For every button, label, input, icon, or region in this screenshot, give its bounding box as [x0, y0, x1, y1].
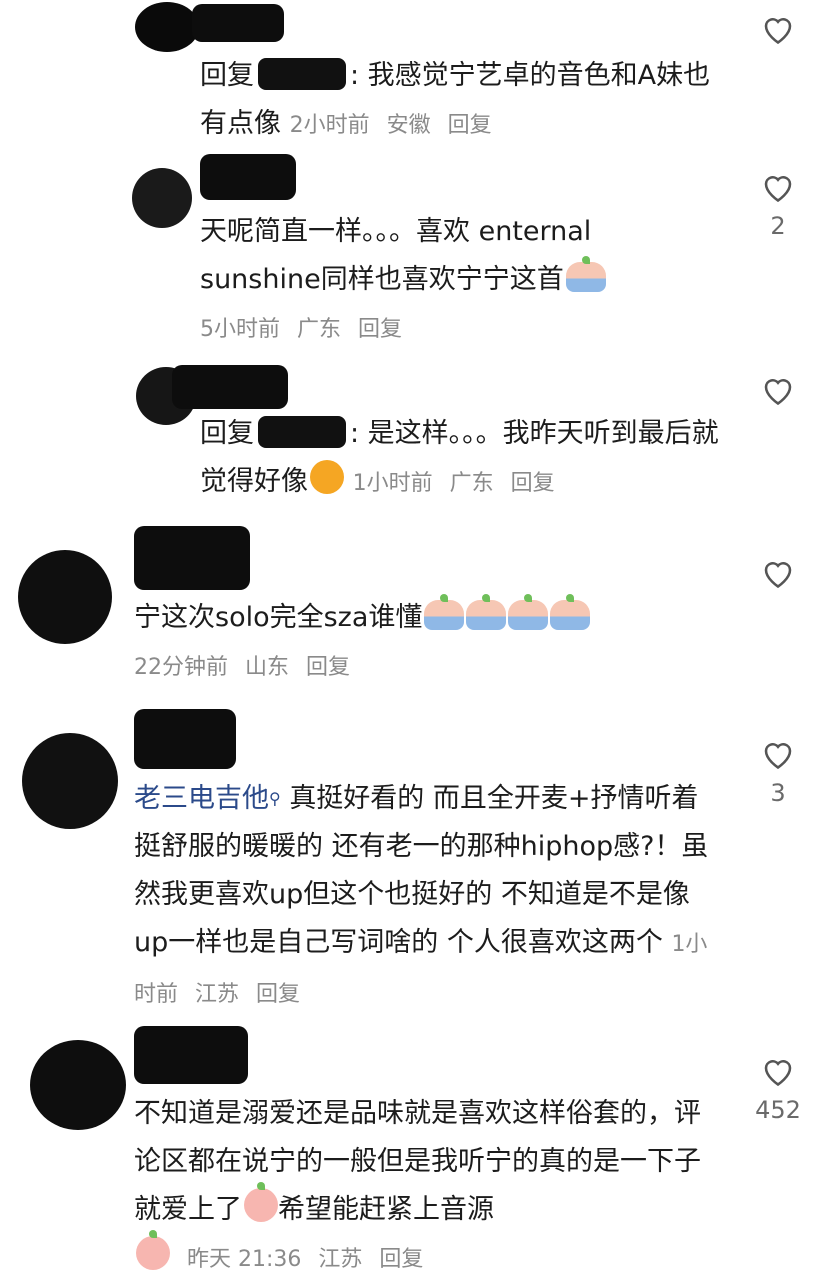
reply-prefix: 回复: [200, 418, 254, 449]
comment-item: 回复: 我感觉宁艺卓的音色和A妹也有点像 2小时前 安徽 回复: [0, 0, 831, 150]
like-count: 3: [770, 779, 786, 807]
username-redacted[interactable]: [134, 1026, 248, 1084]
peach-emoji-icon: [508, 594, 549, 630]
heart-outline-icon: [764, 562, 792, 589]
reply-button[interactable]: 回复: [306, 655, 350, 680]
like-button[interactable]: [748, 373, 808, 415]
comment-author[interactable]: 老三电吉他: [134, 783, 269, 814]
like-button[interactable]: 3: [748, 737, 808, 807]
like-button[interactable]: [748, 12, 808, 54]
comment-meta: 2小时前 安徽 回复: [289, 113, 492, 138]
avatar[interactable]: [22, 733, 118, 829]
reply-button[interactable]: 回复: [358, 317, 402, 342]
crying-emoji-icon: [244, 1182, 278, 1222]
comment-item: 宁这次solo完全sza谁懂 22分钟前 山东 回复: [0, 520, 831, 695]
comment-meta: 昨天 21:36 江苏 回复: [134, 1230, 433, 1272]
mention-redacted[interactable]: [258, 416, 346, 448]
username-redacted[interactable]: [134, 709, 236, 769]
comment-meta: 1小时前 广东 回复: [352, 471, 555, 496]
mention-redacted[interactable]: [258, 58, 346, 90]
reply-button[interactable]: 回复: [511, 471, 555, 496]
comment-meta: 22分钟前 山东 回复: [134, 655, 351, 680]
avatar[interactable]: [18, 550, 112, 644]
comment-item: 老三电吉他⚲ 真挺好看的 而且全开麦+抒情听着挺舒服的暖暖的 还有老一的那种hi…: [0, 705, 831, 1015]
comment-item: 回复: 是这样。。。我昨天听到最后就觉得好像 1小时前 广东 回复: [0, 355, 831, 515]
comment-text: 不知道是溺爱还是品味就是喜欢这样俗套的，评论区都在说宁的一般但是我听宁的真的是一…: [134, 1098, 701, 1272]
comment-item: 天呢简直一样。。。喜欢 enternal sunshine同样也喜欢宁宁这首 5…: [0, 150, 831, 350]
like-button[interactable]: [748, 556, 808, 598]
avatar[interactable]: [30, 1040, 126, 1130]
peach-emoji-icon: [565, 256, 606, 292]
comment-text: 天呢简直一样。。。喜欢 enternal sunshine同样也喜欢宁宁这首 5…: [200, 208, 670, 354]
heart-outline-icon: [764, 176, 792, 203]
cat-emoji-icon: [310, 460, 344, 494]
avatar[interactable]: [135, 2, 199, 52]
username-redacted[interactable]: [172, 365, 288, 409]
heart-outline-icon: [764, 379, 792, 406]
avatar[interactable]: [132, 168, 192, 228]
comment-text: 老三电吉他⚲ 真挺好看的 而且全开麦+抒情听着挺舒服的暖暖的 还有老一的那种hi…: [134, 783, 709, 1007]
heart-outline-icon: [764, 743, 792, 770]
comment-meta: 5小时前 广东 回复: [200, 317, 403, 342]
username-redacted[interactable]: [200, 154, 296, 200]
username-redacted[interactable]: [192, 4, 284, 42]
like-count: 2: [770, 212, 786, 240]
search-icon: ⚲: [269, 789, 281, 808]
comment-item: 不知道是溺爱还是品味就是喜欢这样俗套的，评论区都在说宁的一般但是我听宁的真的是一…: [0, 1020, 831, 1280]
heart-outline-icon: [764, 1060, 792, 1087]
peach-emoji-icon: [424, 594, 465, 630]
comment-text: 宁这次solo完全sza谁懂 22分钟前 山东 回复: [134, 594, 694, 692]
like-button[interactable]: 452: [748, 1054, 808, 1124]
username-redacted[interactable]: [134, 526, 250, 590]
comment-text: 回复: 是这样。。。我昨天听到最后就觉得好像 1小时前 广东 回复: [200, 416, 719, 497]
reply-button[interactable]: 回复: [256, 982, 300, 1007]
peach-emoji-icon: [466, 594, 507, 630]
reply-prefix: 回复: [200, 60, 254, 91]
crying-emoji-icon: [136, 1230, 170, 1270]
reply-button[interactable]: 回复: [448, 113, 492, 138]
peach-emoji-icon: [550, 594, 591, 630]
like-button[interactable]: 2: [748, 170, 808, 240]
heart-outline-icon: [764, 18, 792, 45]
comment-text: 回复: 我感觉宁艺卓的音色和A妹也有点像 2小时前 安徽 回复: [200, 58, 711, 139]
like-count: 452: [755, 1096, 801, 1124]
reply-button[interactable]: 回复: [379, 1247, 423, 1272]
